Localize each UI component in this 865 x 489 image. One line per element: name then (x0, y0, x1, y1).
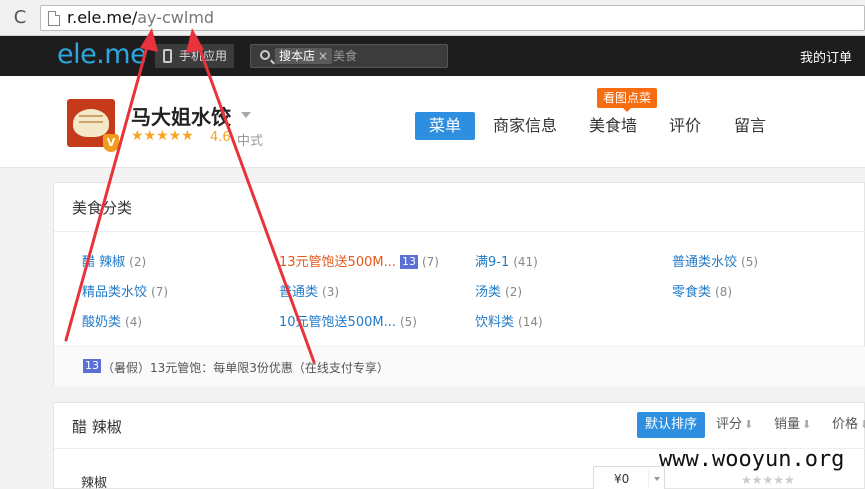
browser-address-bar: C r.ele.me/ay-cwlmd (0, 0, 865, 36)
search-scope-label: 搜本店 (279, 49, 316, 63)
category-count: (2) (505, 285, 523, 299)
category-count: (14) (518, 315, 543, 329)
category-label: 零食类 (672, 285, 712, 300)
sort-default-button[interactable]: 默认排序 (637, 412, 706, 438)
url-path: ay-cwlmd (137, 8, 215, 27)
close-icon[interactable]: × (318, 49, 328, 63)
arrow-down-icon: ⬇ (860, 418, 865, 431)
sort-score-label: 评分 (716, 417, 743, 432)
category-count: (41) (513, 255, 538, 269)
sort-price-button[interactable]: 价格 ⬇ (832, 412, 865, 438)
site-logo[interactable]: ele.me (57, 39, 147, 70)
sort-sales-button[interactable]: 销量 ⬇ (774, 412, 811, 438)
category-label: 满9-1 (475, 255, 510, 270)
category-label: 10元管饱送500M... (279, 315, 396, 330)
promo-number-badge: 13 (399, 255, 418, 269)
search-box[interactable]: 搜本店 × (250, 44, 448, 68)
category-item[interactable]: 精品类水饺 (7) (82, 281, 168, 300)
arrow-down-icon: ⬇ (744, 418, 754, 431)
price-value: ¥0 (614, 472, 630, 486)
phone-icon (163, 49, 172, 63)
divider (54, 231, 865, 232)
category-count: (7) (151, 285, 169, 299)
watermark: www.wooyun.org (659, 447, 845, 472)
dish-section-title: 醋 辣椒 (72, 418, 122, 436)
promo-note-text: （暑假）13元管饱：每单限3份优惠（在线支付专享） (102, 361, 389, 375)
promo-note-row: 13 （暑假）13元管饱：每单限3份优惠（在线支付专享） (54, 346, 865, 386)
chevron-down-icon[interactable] (654, 477, 660, 481)
category-label: 汤类 (475, 285, 502, 300)
category-label: 醋 辣椒 (82, 255, 126, 270)
promo-number-badge: 13 (83, 359, 101, 373)
url-field[interactable]: r.ele.me/ay-cwlmd (40, 5, 865, 31)
search-icon[interactable] (260, 50, 270, 60)
category-panel-title: 美食分类 (72, 199, 133, 217)
category-count: (8) (715, 285, 733, 299)
category-item[interactable]: 10元管饱送500M... (5) (279, 311, 417, 330)
category-item[interactable]: 饮料类 (14) (475, 311, 543, 330)
tab-store-info[interactable]: 商家信息 (493, 112, 557, 140)
search-input[interactable] (333, 47, 443, 65)
url-host: r.ele.me/ (67, 8, 138, 27)
rating-stars: ★★★★★ (131, 128, 194, 144)
category-label: 13元管饱送500M... (279, 255, 396, 270)
store-header: V 马大姐水饺 ★★★★★ 4.6 中式 看图点菜 菜单 商家信息 美食墙 评价… (0, 76, 865, 168)
food-wall-badge: 看图点菜 (597, 88, 658, 112)
search-scope-chip[interactable]: 搜本店 × (275, 48, 333, 64)
page-icon (48, 11, 60, 26)
category-item[interactable]: 醋 辣椒 (2) (82, 251, 146, 270)
sort-sales-label: 销量 (774, 417, 801, 432)
arrow-down-icon: ⬇ (802, 418, 812, 431)
verified-badge-icon: V (103, 134, 119, 152)
dish-rating-stars: ★★★★★ (741, 473, 795, 487)
category-count: (5) (399, 315, 417, 329)
category-count: (5) (741, 255, 759, 269)
category-count: (4) (125, 315, 143, 329)
category-count: (3) (322, 285, 340, 299)
store-name[interactable]: 马大姐水饺 (131, 101, 231, 130)
sort-score-button[interactable]: 评分 ⬇ (716, 412, 753, 438)
chevron-down-icon[interactable] (241, 112, 251, 118)
rating-value: 4.6 (210, 130, 231, 145)
tab-messages[interactable]: 留言 (734, 112, 766, 140)
category-label: 普通类水饺 (672, 255, 738, 270)
dish-name: 辣椒 (81, 476, 108, 489)
category-count: (2) (129, 255, 147, 269)
mobile-app-button[interactable]: 手机应用 (155, 44, 234, 68)
category-item[interactable]: 零食类 (8) (672, 281, 732, 300)
category-item[interactable]: 普通类 (3) (279, 281, 339, 300)
tab-food-wall[interactable]: 美食墙 (589, 112, 637, 140)
price-selector[interactable]: ¥0 (593, 466, 665, 489)
tab-reviews[interactable]: 评价 (669, 112, 701, 140)
category-item[interactable]: 普通类水饺 (5) (672, 251, 758, 270)
tab-menu[interactable]: 菜单 (415, 112, 476, 140)
sort-price-label: 价格 (832, 417, 859, 432)
category-label: 饮料类 (475, 315, 515, 330)
category-panel: 美食分类 醋 辣椒 (2) 13元管饱送500M... 13 (7) 满9-1 (41)… (53, 182, 865, 386)
category-item[interactable]: 满9-1 (41) (475, 251, 538, 270)
divider (648, 470, 649, 488)
reload-icon[interactable]: C (8, 6, 32, 30)
category-label: 精品类水饺 (82, 285, 148, 300)
url-text[interactable]: r.ele.me/ay-cwlmd (67, 8, 214, 28)
my-orders-link[interactable]: 我的订单 (800, 47, 852, 66)
category-count: (7) (421, 255, 439, 269)
category-label: 普通类 (279, 285, 319, 300)
category-label: 酸奶类 (82, 315, 122, 330)
category-item[interactable]: 13元管饱送500M... 13 (7) (279, 251, 439, 270)
cuisine-label: 中式 (237, 134, 264, 149)
top-nav: ele.me 手机应用 搜本店× 我的订单 (0, 36, 865, 76)
mobile-app-label: 手机应用 (179, 49, 228, 63)
category-item[interactable]: 汤类 (2) (475, 281, 522, 300)
category-item[interactable]: 酸奶类 (4) (82, 311, 142, 330)
